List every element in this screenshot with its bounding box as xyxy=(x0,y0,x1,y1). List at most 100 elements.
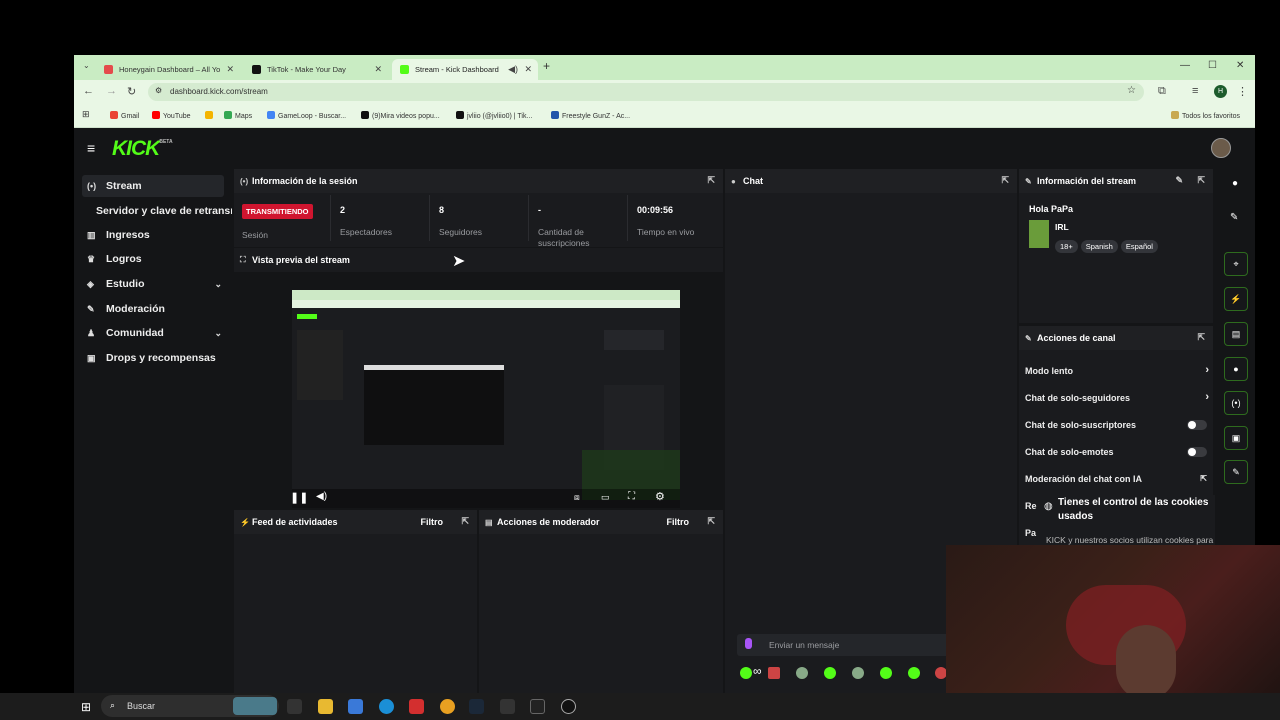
bookmark-jvliio[interactable]: jvliio (@jvliio0) | Tik... xyxy=(456,111,532,120)
taskbar-search[interactable]: ⌕ Buscar xyxy=(101,695,279,717)
store-icon[interactable] xyxy=(348,699,363,714)
bookmark-pinwheel[interactable] xyxy=(205,111,216,120)
tab-honeygain[interactable]: Honeygain Dashboard – All Yo ✕ xyxy=(96,59,240,80)
minimize-icon[interactable]: — xyxy=(1180,60,1190,71)
rail-mod-button[interactable]: ▣ xyxy=(1224,426,1248,450)
emote-icon[interactable] xyxy=(880,667,892,679)
profile-avatar[interactable]: H xyxy=(1214,85,1227,98)
chevron-right-icon: › xyxy=(1205,364,1209,376)
forward-icon[interactable]: → xyxy=(106,85,117,97)
site-info-icon[interactable]: ⚙ xyxy=(155,86,162,95)
emote-icon[interactable] xyxy=(740,667,752,679)
pip-icon[interactable]: ⧈ xyxy=(574,492,580,503)
steam-icon[interactable] xyxy=(469,699,484,714)
emote-icon[interactable] xyxy=(852,667,864,679)
bookmark-tiktok-videos[interactable]: (9)Mira videos popu... xyxy=(361,111,440,120)
bookmark-youtube[interactable]: YouTube xyxy=(152,111,191,120)
close-window-icon[interactable]: ✕ xyxy=(1236,60,1244,71)
wps-icon[interactable] xyxy=(409,699,424,714)
sidebar-item-drops[interactable]: ▣ Drops y recompensas xyxy=(82,347,224,369)
bookmark-star-icon[interactable]: ☆ xyxy=(1127,85,1136,96)
new-tab-icon[interactable]: + xyxy=(543,59,550,73)
stream-info-panel: ✎ Información del stream ✎ ⇱ Hola PaPa I… xyxy=(1019,169,1213,323)
sidebar-item-server-key[interactable]: Servidor y clave de retransm xyxy=(82,200,232,222)
popout-icon[interactable]: ⇱ xyxy=(461,516,469,527)
popout-icon[interactable]: ⇱ xyxy=(1001,175,1009,186)
kick-logo[interactable]: KICKBETA xyxy=(112,137,173,161)
stream-video[interactable] xyxy=(292,290,680,508)
mod-filter-button[interactable]: Filtro xyxy=(667,517,690,527)
sidebar-item-logros[interactable]: ♛ Logros xyxy=(82,248,224,270)
rail-tools-button[interactable]: ✎ xyxy=(1224,460,1248,484)
rail-preview-button[interactable]: ⌖ xyxy=(1224,252,1248,276)
volume-icon[interactable]: ◀) xyxy=(316,491,327,502)
popout-icon[interactable]: ⇱ xyxy=(1197,175,1205,186)
bookmark-freestyle[interactable]: Freestyle GunZ - Ac... xyxy=(551,111,630,120)
fullscreen-icon[interactable]: ⛶ xyxy=(628,491,635,502)
maximize-icon[interactable]: ☐ xyxy=(1208,60,1217,71)
tab-kick-dashboard[interactable]: Stream - Kick Dashboard ◀) ✕ xyxy=(392,59,538,80)
extensions-icon[interactable]: ⧉ xyxy=(1158,85,1166,98)
chat-extra-label: ∞ xyxy=(753,664,762,678)
user-avatar[interactable] xyxy=(1211,138,1231,158)
settings-gear-icon[interactable]: ⚙ xyxy=(655,490,665,503)
file-explorer-icon[interactable] xyxy=(318,699,333,714)
slow-mode-row[interactable]: Modo lento › xyxy=(1025,364,1209,376)
tab-search-icon[interactable]: ⌄ xyxy=(83,61,90,70)
kick-favicon-icon xyxy=(400,65,409,74)
emote-icon[interactable] xyxy=(796,667,808,679)
bookmark-maps[interactable]: Maps xyxy=(224,111,252,120)
edge-icon[interactable] xyxy=(379,699,394,714)
all-bookmarks[interactable]: Todos los favoritos xyxy=(1171,111,1240,120)
close-tab-icon[interactable]: ✕ xyxy=(524,64,532,75)
emote-icon[interactable] xyxy=(908,667,920,679)
app-icon[interactable] xyxy=(500,699,515,714)
edit-icon[interactable]: ✎ xyxy=(1230,212,1238,223)
theater-icon[interactable]: ▭ xyxy=(601,492,610,503)
audio-icon[interactable]: ◀) xyxy=(508,64,518,75)
emote-icon[interactable] xyxy=(824,667,836,679)
sidebar-item-comunidad[interactable]: ♟ Comunidad ⌄ xyxy=(82,322,224,344)
close-tab-icon[interactable]: ✕ xyxy=(374,64,382,75)
edit-pencil-icon[interactable]: ✎ xyxy=(1175,175,1183,186)
close-tab-icon[interactable]: ✕ xyxy=(226,64,234,75)
epic-games-icon[interactable] xyxy=(530,699,545,714)
reload-icon[interactable]: ↻ xyxy=(127,85,136,98)
rail-broadcast-button[interactable]: (•) xyxy=(1224,391,1248,415)
info-icon[interactable]: ● xyxy=(1232,178,1238,189)
mic-icon[interactable] xyxy=(745,638,752,649)
sidebar-item-estudio[interactable]: ◈ Estudio ⌄ xyxy=(82,273,224,295)
chrome-icon[interactable] xyxy=(440,699,455,714)
honeygain-favicon-icon xyxy=(104,65,113,74)
tab-tiktok[interactable]: TikTok - Make Your Day ✕ xyxy=(244,59,388,80)
sidebar-item-moderacion[interactable]: ✎ Moderación xyxy=(82,298,224,320)
popout-icon[interactable]: ⇱ xyxy=(1197,332,1205,343)
rail-chat-button[interactable]: ● xyxy=(1224,357,1248,381)
activity-feed-panel: ⚡ Feed de actividades Filtro ⇱ xyxy=(234,510,477,693)
popout-icon[interactable]: ⇱ xyxy=(707,175,715,186)
bookmark-gmail[interactable]: Gmail xyxy=(110,111,139,120)
obs-icon[interactable] xyxy=(561,699,576,714)
emote-icon[interactable] xyxy=(768,667,780,679)
ai-moderation-row[interactable]: Moderación del chat con IA ⇱ xyxy=(1025,474,1207,484)
followers-only-row[interactable]: Chat de solo-seguidores › xyxy=(1025,391,1209,403)
rail-activity-button[interactable]: ⚡ xyxy=(1224,287,1248,311)
apps-icon[interactable]: ⊞ xyxy=(82,109,90,120)
hamburger-menu-icon[interactable]: ≡ xyxy=(87,140,95,156)
windows-start-icon[interactable]: ⊞ xyxy=(81,700,91,714)
menu-icon[interactable]: ⋮ xyxy=(1237,85,1248,98)
activity-filter-button[interactable]: Filtro xyxy=(421,517,444,527)
sidebar-item-ingresos[interactable]: ▥ Ingresos xyxy=(82,224,224,246)
pause-icon[interactable]: ❚❚ xyxy=(290,491,308,504)
task-view-icon[interactable] xyxy=(287,699,302,714)
back-icon[interactable]: ← xyxy=(83,85,94,97)
emotes-only-toggle[interactable] xyxy=(1187,447,1207,457)
sidebar-item-stream[interactable]: (•) Stream xyxy=(82,175,224,197)
downloads-icon[interactable]: ≡ xyxy=(1192,85,1198,97)
bookmark-gameloop[interactable]: GameLoop - Buscar... xyxy=(267,111,346,120)
subscribers-only-toggle[interactable] xyxy=(1187,420,1207,430)
rail-notes-button[interactable]: ▤ xyxy=(1224,322,1248,346)
url-input[interactable]: ⚙ dashboard.kick.com/stream ☆ xyxy=(148,83,1144,101)
stat-live-time: 00:09:56 Tiempo en vivo xyxy=(637,205,695,237)
popout-icon[interactable]: ⇱ xyxy=(707,516,715,527)
